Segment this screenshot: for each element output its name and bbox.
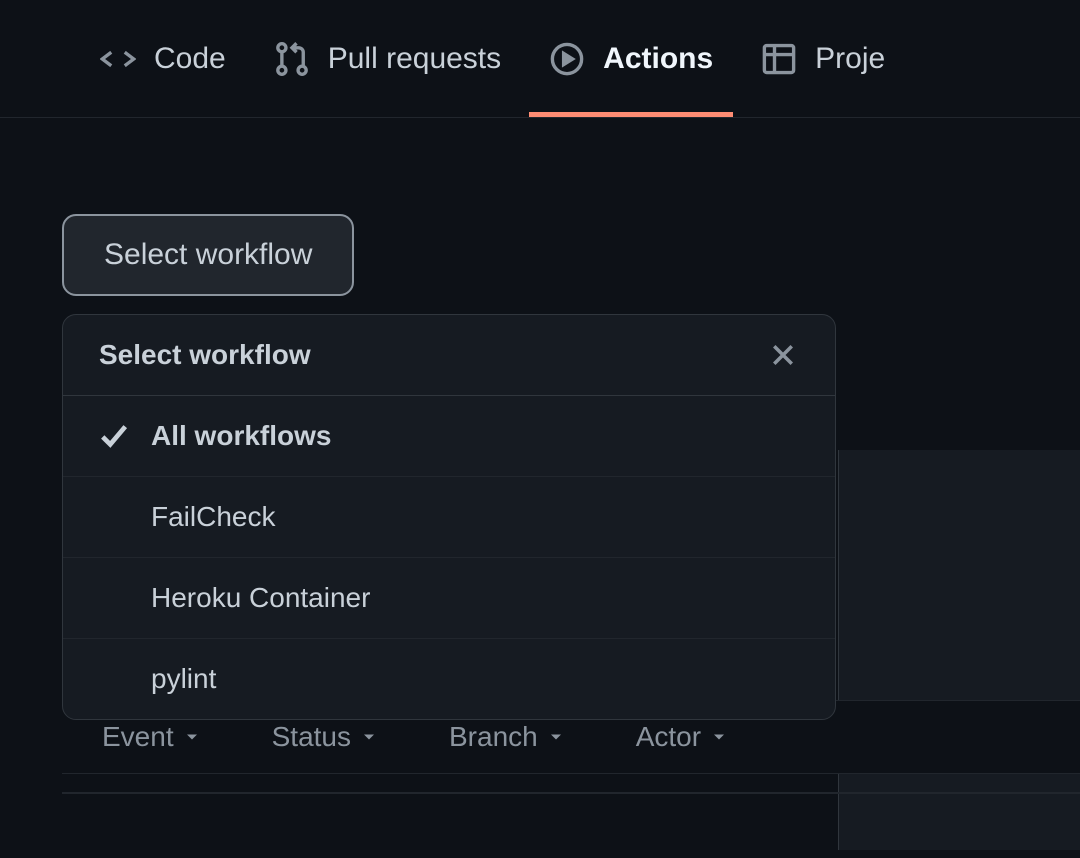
tab-label: Code (154, 42, 226, 76)
caret-down-icon (182, 727, 202, 747)
repo-nav: Code Pull requests Actions (0, 0, 1080, 118)
workflow-option-label: Heroku Container (151, 582, 370, 614)
filter-event[interactable]: Event (102, 721, 202, 753)
workflow-option-label: pylint (151, 663, 216, 695)
runs-separator (62, 792, 1080, 794)
workflow-option-pylint[interactable]: pylint (63, 639, 835, 719)
filter-status[interactable]: Status (272, 721, 379, 753)
tab-projects[interactable]: Proje (761, 0, 885, 117)
workflow-option-all[interactable]: All workflows (63, 396, 835, 477)
dropdown-title: Select workflow (99, 339, 311, 371)
workflow-option-heroku[interactable]: Heroku Container (63, 558, 835, 639)
workflow-option-label: All workflows (151, 420, 331, 452)
content-area: Select workflow (0, 118, 1080, 296)
tab-actions[interactable]: Actions (549, 0, 713, 117)
code-icon (100, 41, 136, 77)
workflow-option-failcheck[interactable]: FailCheck (63, 477, 835, 558)
select-workflow-button[interactable]: Select workflow (62, 214, 354, 296)
caret-down-icon (546, 727, 566, 747)
filter-label: Actor (636, 721, 701, 753)
tab-code[interactable]: Code (100, 0, 226, 117)
tab-label: Pull requests (328, 42, 501, 76)
workflow-option-label: FailCheck (151, 501, 275, 533)
caret-down-icon (359, 727, 379, 747)
filter-label: Branch (449, 721, 538, 753)
tab-label: Actions (603, 42, 713, 76)
git-pull-request-icon (274, 41, 310, 77)
close-button[interactable] (767, 339, 799, 371)
filter-label: Status (272, 721, 351, 753)
tab-label: Proje (815, 42, 885, 76)
dropdown-header: Select workflow (63, 315, 835, 396)
caret-down-icon (709, 727, 729, 747)
close-icon (769, 341, 797, 369)
table-icon (761, 41, 797, 77)
button-label: Select workflow (104, 238, 312, 271)
check-icon (99, 421, 129, 451)
tab-pull-requests[interactable]: Pull requests (274, 0, 501, 117)
filter-label: Event (102, 721, 174, 753)
filter-branch[interactable]: Branch (449, 721, 566, 753)
filter-actor[interactable]: Actor (636, 721, 729, 753)
side-panel (838, 450, 1080, 850)
play-circle-icon (549, 41, 585, 77)
workflow-dropdown-panel: Select workflow All workflows FailCheck … (62, 314, 836, 720)
